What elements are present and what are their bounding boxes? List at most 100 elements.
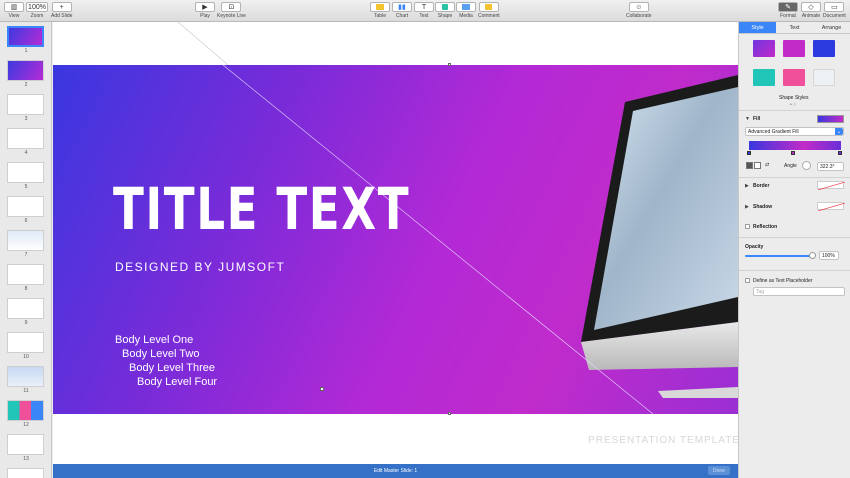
reflection-checkbox[interactable] bbox=[745, 224, 750, 229]
slide-thumbnail[interactable] bbox=[7, 264, 44, 285]
shadow-preview[interactable] bbox=[817, 202, 846, 212]
no-shadow-icon bbox=[817, 202, 846, 212]
status-text: Edit Master Slide: 1 bbox=[373, 468, 418, 474]
slide-number: 13 bbox=[23, 456, 29, 462]
slide-thumbnail[interactable] bbox=[7, 366, 44, 387]
tab-text[interactable]: Text bbox=[776, 22, 813, 33]
border-preview[interactable] bbox=[817, 181, 846, 191]
page-dots[interactable]: • ○ bbox=[790, 102, 796, 108]
selection-handle[interactable] bbox=[448, 412, 451, 415]
slide-thumbnail[interactable] bbox=[7, 26, 44, 47]
slide-navigator[interactable]: 1 2 3 4 5 6 7 8 9 10 11 12 13 bbox=[0, 22, 52, 478]
slide-canvas[interactable]: TITLE TEXT DESIGNED BY JUMSOFT Body Leve… bbox=[53, 22, 740, 464]
slide-number: 11 bbox=[23, 388, 29, 394]
slide-thumbnail[interactable] bbox=[7, 162, 44, 183]
style-swatch[interactable] bbox=[753, 69, 775, 86]
comment-icon bbox=[478, 2, 499, 12]
style-swatch[interactable] bbox=[813, 40, 835, 57]
media-icon bbox=[456, 2, 476, 12]
opacity-slider-knob[interactable] bbox=[809, 252, 816, 259]
disclosure-open-icon[interactable]: ▼ bbox=[745, 116, 750, 122]
gradient-bar[interactable] bbox=[749, 141, 841, 150]
slide-thumbnail[interactable] bbox=[7, 94, 44, 115]
divider bbox=[739, 110, 850, 111]
angle-dial[interactable] bbox=[802, 161, 811, 170]
fill-type-select[interactable]: Advanced Gradient Fill ⌄ bbox=[745, 127, 844, 136]
slide-thumbnail[interactable] bbox=[7, 298, 44, 319]
comment-button[interactable]: Comment bbox=[478, 2, 500, 19]
format-button[interactable]: ✎ Format bbox=[778, 2, 798, 19]
add-slide-button[interactable]: + Add Slide bbox=[51, 2, 72, 19]
slide-thumbnail[interactable] bbox=[7, 60, 44, 81]
toolbar: ▥ View 100% Zoom + Add Slide ▶ Play ⊡ Ke… bbox=[0, 0, 850, 22]
reverse-icon[interactable]: ⇄ bbox=[765, 162, 769, 168]
shape-button[interactable]: Shape bbox=[435, 2, 455, 19]
slide-thumbnail[interactable] bbox=[7, 128, 44, 149]
gradient-stop[interactable] bbox=[838, 151, 842, 155]
tab-style[interactable]: Style bbox=[739, 22, 776, 33]
slide-thumbnail[interactable] bbox=[7, 196, 44, 217]
style-swatch[interactable] bbox=[783, 69, 805, 86]
disclosure-closed-icon[interactable]: ▶ bbox=[745, 183, 749, 189]
opacity-label: Opacity bbox=[745, 244, 764, 250]
divider bbox=[739, 270, 850, 271]
slide-number: 5 bbox=[24, 184, 28, 190]
border-label: Border bbox=[753, 183, 770, 189]
zoom-button[interactable]: 100% Zoom bbox=[26, 2, 48, 19]
style-swatch[interactable] bbox=[753, 40, 775, 57]
slide-number: 12 bbox=[23, 422, 29, 428]
chart-icon: ▮▮ bbox=[392, 2, 412, 12]
play-icon: ▶ bbox=[195, 2, 215, 12]
slide-thumbnail[interactable] bbox=[7, 434, 44, 455]
view-button[interactable]: ▥ View bbox=[4, 2, 24, 19]
gradient-linear-icon[interactable] bbox=[746, 162, 753, 169]
slide-number: 3 bbox=[24, 116, 28, 122]
done-button[interactable]: Done bbox=[708, 466, 730, 475]
fill-label: Fill bbox=[753, 116, 761, 122]
tab-arrange[interactable]: Arrange bbox=[813, 22, 850, 33]
animate-button[interactable]: ◇ Animate bbox=[801, 2, 821, 19]
slide-thumbnail[interactable] bbox=[7, 400, 44, 421]
footer-text[interactable]: PRESENTATION TEMPLATE bbox=[588, 435, 740, 446]
collaborate-button[interactable]: ☺ Collaborate bbox=[626, 2, 652, 19]
gradient-stop[interactable] bbox=[747, 151, 751, 155]
style-swatch[interactable] bbox=[783, 40, 805, 57]
media-button[interactable]: Media bbox=[456, 2, 476, 19]
sidebar-icon: ▥ bbox=[4, 2, 24, 12]
shape-styles-label: Shape Styles bbox=[779, 95, 809, 101]
selection-handle[interactable] bbox=[448, 63, 451, 66]
text-icon: T bbox=[414, 2, 434, 12]
master-edit-bar: Edit Master Slide: 1 Done bbox=[53, 464, 738, 478]
document-button[interactable]: ▭ Document bbox=[823, 2, 846, 19]
text-placeholder-checkbox[interactable] bbox=[745, 278, 750, 283]
plus-icon: + bbox=[51, 2, 72, 12]
text-button[interactable]: T Text bbox=[414, 2, 434, 19]
gradient-radial-icon[interactable] bbox=[754, 162, 761, 169]
opacity-slider[interactable] bbox=[745, 255, 813, 257]
guide-line-top bbox=[177, 22, 229, 66]
broadcast-icon: ⊡ bbox=[221, 2, 242, 12]
disclosure-closed-icon[interactable]: ▶ bbox=[745, 204, 749, 210]
fill-color-well[interactable] bbox=[817, 115, 844, 123]
opacity-field[interactable]: 100% bbox=[819, 251, 839, 260]
style-swatch[interactable] bbox=[813, 69, 835, 86]
slide-thumbnail[interactable] bbox=[7, 468, 44, 478]
slide-thumbnail[interactable] bbox=[7, 230, 44, 251]
angle-label: Angle bbox=[784, 163, 797, 169]
tag-field[interactable]: Tag bbox=[753, 287, 845, 296]
play-button[interactable]: ▶ Play bbox=[195, 2, 215, 19]
table-button[interactable]: Table bbox=[370, 2, 390, 19]
shape-icon bbox=[435, 2, 455, 12]
no-border-icon bbox=[817, 181, 846, 191]
chart-button[interactable]: ▮▮ Chart bbox=[392, 2, 412, 19]
angle-field[interactable]: 322.3° bbox=[817, 162, 844, 171]
zoom-value: 100% bbox=[26, 2, 48, 12]
gradient-stop[interactable] bbox=[791, 151, 795, 155]
slide-thumbnail[interactable] bbox=[7, 332, 44, 353]
keynote-live-button[interactable]: ⊡ Keynote Live bbox=[217, 2, 246, 19]
slide-number: 8 bbox=[24, 286, 28, 292]
shadow-label: Shadow bbox=[753, 204, 773, 210]
document-icon: ▭ bbox=[824, 2, 845, 12]
slide-number: 4 bbox=[24, 150, 28, 156]
inspector-tabs: Style Text Arrange bbox=[739, 22, 850, 34]
